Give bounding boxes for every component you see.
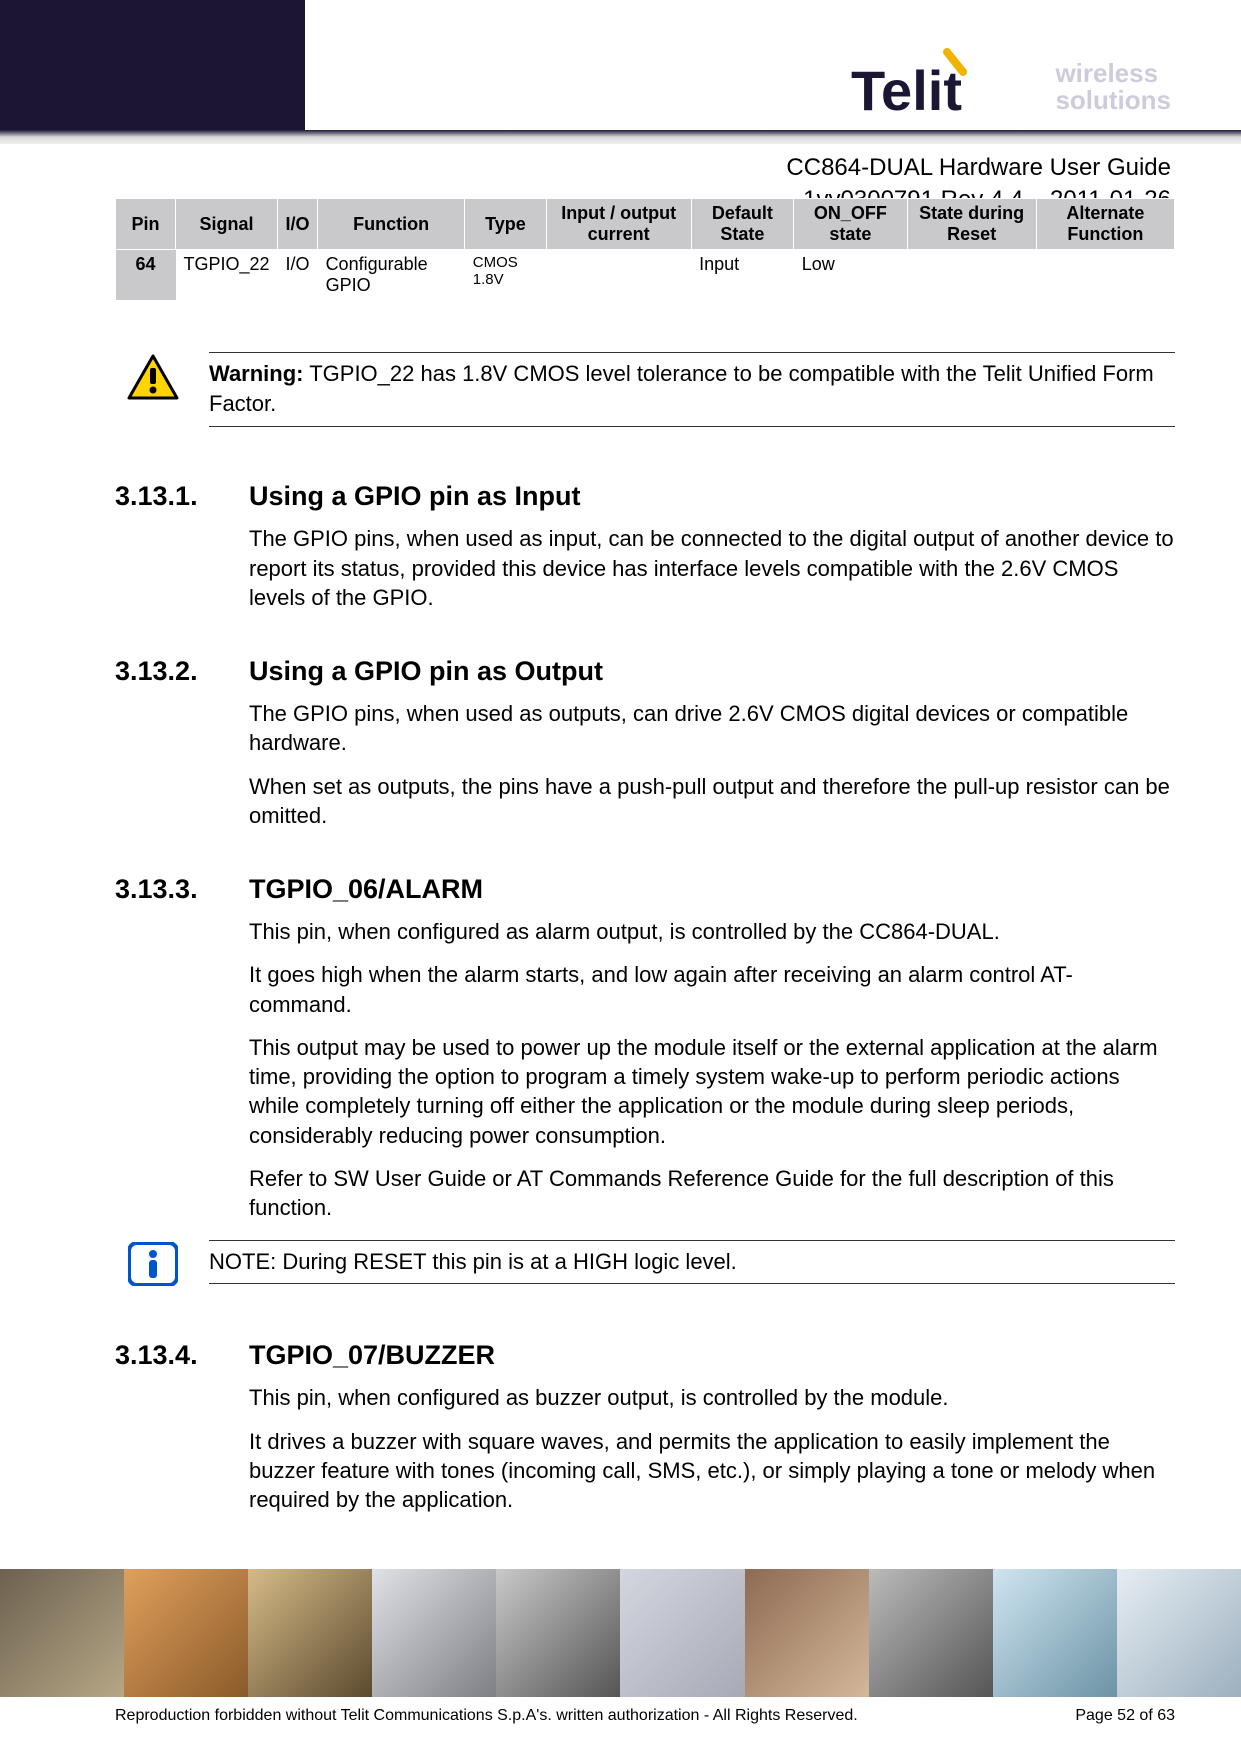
cell-reset <box>907 250 1036 301</box>
note-text: NOTE: During RESET this pin is at a HIGH… <box>209 1240 1175 1284</box>
doc-title: CC864-DUAL Hardware User Guide <box>786 152 1171 184</box>
section-number: 3.13.1. <box>115 481 249 512</box>
header-gradient <box>0 130 1241 144</box>
th-function: Function <box>318 199 465 250</box>
warning-label: Warning: <box>209 361 304 386</box>
footer-tile <box>372 1569 496 1697</box>
note-label: NOTE: <box>209 1249 276 1274</box>
paragraph: This pin, when configured as buzzer outp… <box>249 1383 1175 1412</box>
footer-tile <box>0 1569 124 1697</box>
footer-tile <box>993 1569 1117 1697</box>
th-current: Input / output current <box>546 199 691 250</box>
table-header-row: Pin Signal I/O Function Type Input / out… <box>116 199 1175 250</box>
brand-logo: Telit wireless solutions <box>851 48 1171 126</box>
paragraph: This output may be used to power up the … <box>249 1033 1175 1150</box>
cell-onoff: Low <box>794 250 907 301</box>
paragraph: The GPIO pins, when used as input, can b… <box>249 524 1175 612</box>
brand-tagline: wireless solutions <box>1055 60 1171 115</box>
brand-tag-2: solutions <box>1055 87 1171 114</box>
note-icon-col <box>115 1240 191 1286</box>
paragraph: When set as outputs, the pins have a pus… <box>249 772 1175 831</box>
th-pin: Pin <box>116 199 176 250</box>
section-title: Using a GPIO pin as Output <box>249 656 1175 687</box>
warning-body: TGPIO_22 has 1.8V CMOS level tolerance t… <box>209 361 1154 416</box>
footer-left: Reproduction forbidden without Telit Com… <box>115 1707 858 1725</box>
svg-text:Telit: Telit <box>851 59 962 122</box>
section-3-13-3: 3.13.3. TGPIO_06/ALARM This pin, when co… <box>115 874 1175 1236</box>
cell-current <box>546 250 691 301</box>
paragraph: This pin, when configured as alarm outpu… <box>249 917 1175 946</box>
th-default-state: Default State <box>691 199 794 250</box>
paragraph: It goes high when the alarm starts, and … <box>249 960 1175 1019</box>
footer-tile <box>124 1569 248 1697</box>
document-page: Telit wireless solutions CC864-DUAL Hard… <box>0 0 1241 1755</box>
telit-logo-icon: Telit <box>851 48 1031 126</box>
footer-line: Reproduction forbidden without Telit Com… <box>115 1707 1175 1725</box>
th-onoff: ON_OFF state <box>794 199 907 250</box>
footer-image-band <box>0 1569 1241 1697</box>
th-signal: Signal <box>176 199 278 250</box>
section-3-13-1: 3.13.1. Using a GPIO pin as Input The GP… <box>115 481 1175 626</box>
cell-type: CMOS 1.8V <box>465 250 546 301</box>
cell-pin: 64 <box>116 250 176 301</box>
warning-icon <box>127 354 179 402</box>
cell-signal: TGPIO_22 <box>176 250 278 301</box>
th-reset: State during Reset <box>907 199 1036 250</box>
table-row: 64 TGPIO_22 I/O Configurable GPIO CMOS 1… <box>116 250 1175 301</box>
brand-tag-1: wireless <box>1055 60 1171 87</box>
footer-tile <box>496 1569 620 1697</box>
header-dark-block <box>0 0 305 130</box>
section-number: 3.13.4. <box>115 1340 249 1371</box>
note-callout: NOTE: During RESET this pin is at a HIGH… <box>115 1240 1175 1286</box>
cell-alt <box>1036 250 1174 301</box>
section-number: 3.13.3. <box>115 874 249 905</box>
pin-table: Pin Signal I/O Function Type Input / out… <box>115 198 1175 300</box>
section-title: TGPIO_06/ALARM <box>249 874 1175 905</box>
th-io: I/O <box>278 199 318 250</box>
info-icon <box>128 1242 178 1286</box>
section-title: TGPIO_07/BUZZER <box>249 1340 1175 1371</box>
warning-callout: Warning: TGPIO_22 has 1.8V CMOS level to… <box>115 352 1175 427</box>
cell-default-state: Input <box>691 250 794 301</box>
note-body: During RESET this pin is at a HIGH logic… <box>276 1249 737 1274</box>
section-title: Using a GPIO pin as Input <box>249 481 1175 512</box>
footer-tile <box>869 1569 993 1697</box>
footer-tile <box>1117 1569 1241 1697</box>
cell-function: Configurable GPIO <box>318 250 465 301</box>
cell-io: I/O <box>278 250 318 301</box>
footer-page: Page 52 of 63 <box>1075 1707 1175 1725</box>
footer-tile <box>620 1569 744 1697</box>
footer-tile <box>745 1569 869 1697</box>
section-3-13-2: 3.13.2. Using a GPIO pin as Output The G… <box>115 656 1175 844</box>
section-3-13-4: 3.13.4. TGPIO_07/BUZZER This pin, when c… <box>115 1340 1175 1528</box>
page-content: Pin Signal I/O Function Type Input / out… <box>115 198 1175 1528</box>
warning-text: Warning: TGPIO_22 has 1.8V CMOS level to… <box>209 352 1175 427</box>
paragraph: The GPIO pins, when used as outputs, can… <box>249 699 1175 758</box>
warning-icon-col <box>115 352 191 402</box>
paragraph: It drives a buzzer with square waves, an… <box>249 1427 1175 1515</box>
th-alt: Alternate Function <box>1036 199 1174 250</box>
footer-tile <box>248 1569 372 1697</box>
paragraph: Refer to SW User Guide or AT Commands Re… <box>249 1164 1175 1223</box>
th-type: Type <box>465 199 546 250</box>
section-number: 3.13.2. <box>115 656 249 687</box>
